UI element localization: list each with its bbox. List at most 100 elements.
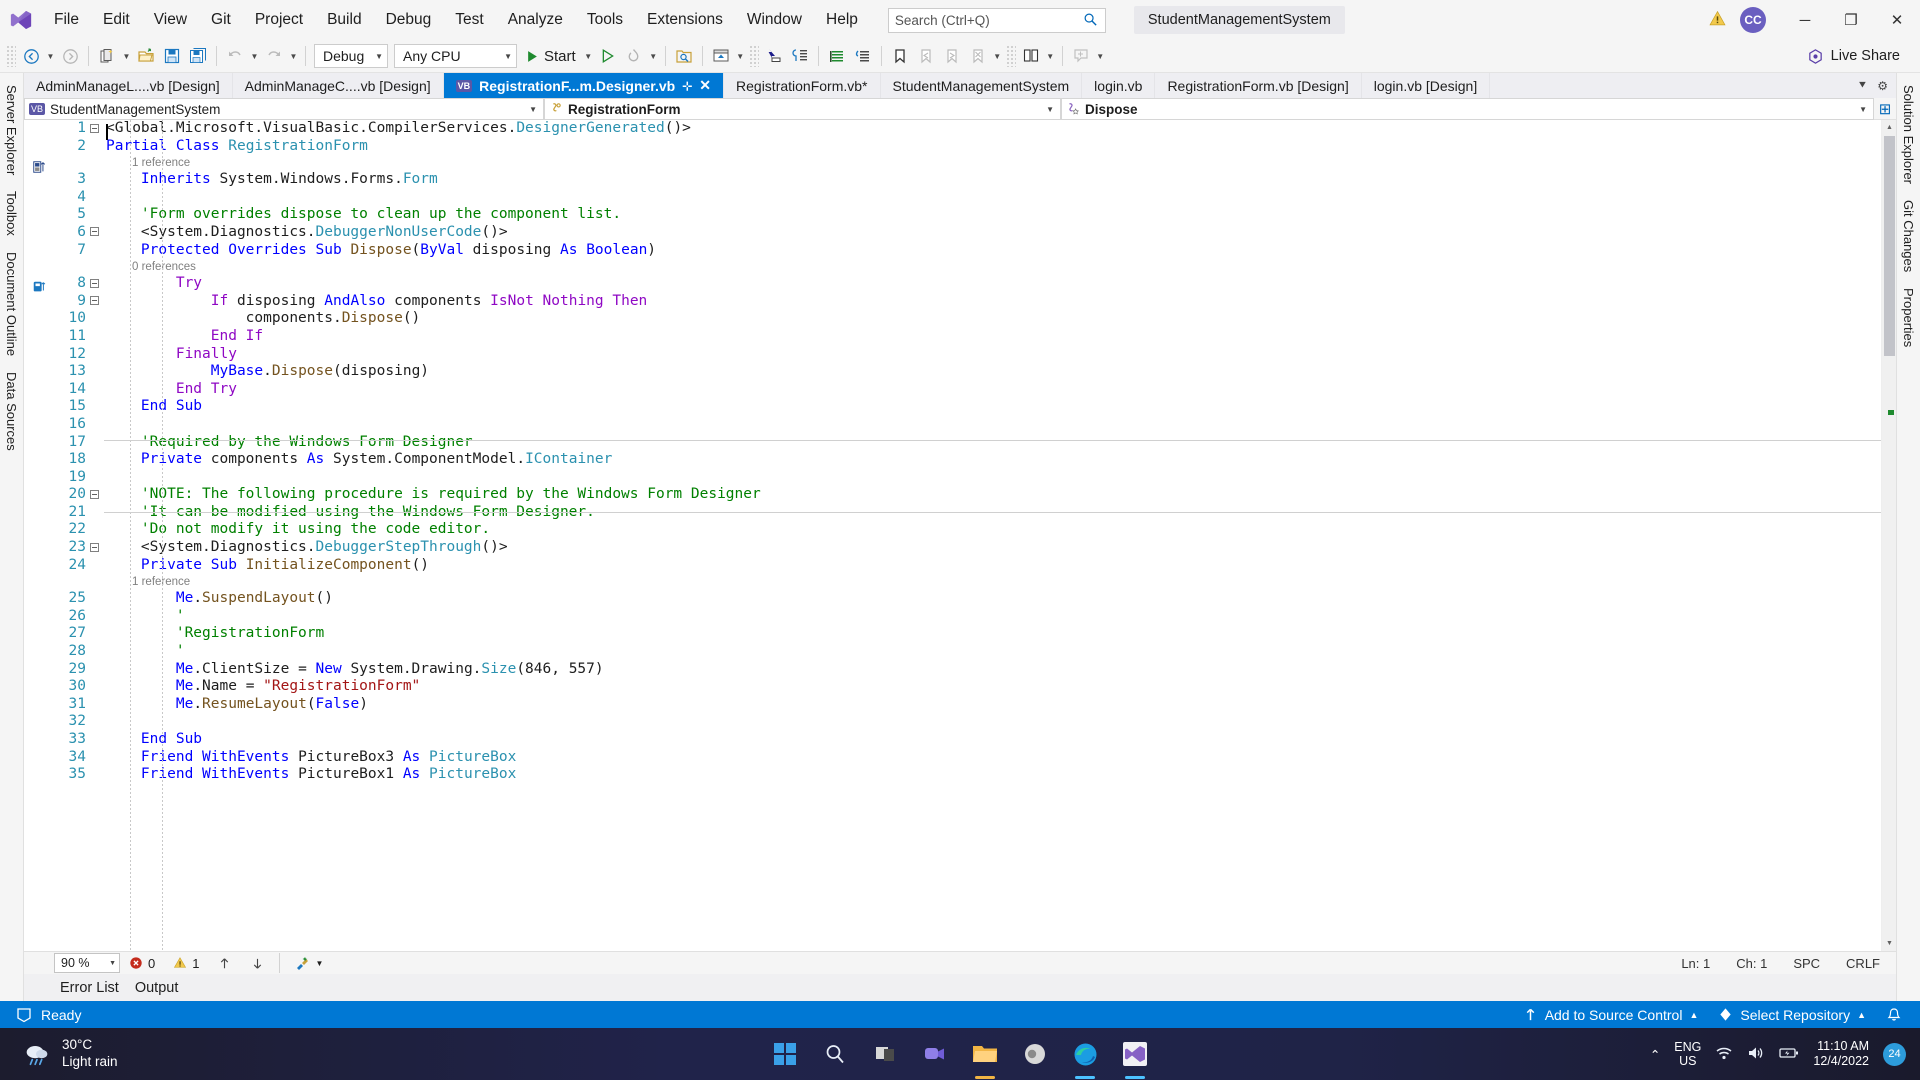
member-dropdown[interactable]: Dispose ▼ xyxy=(1061,98,1874,120)
code-line[interactable]: Inherits System.Windows.Forms.Form xyxy=(106,171,1881,189)
spaces-indicator[interactable]: SPC xyxy=(1793,956,1820,971)
menu-item-file[interactable]: File xyxy=(42,5,91,35)
compare-files-icon[interactable] xyxy=(1018,43,1044,69)
tray-notification-badge[interactable]: 24 xyxy=(1883,1042,1906,1066)
code-line[interactable]: <Global.Microsoft.VisualBasic.CompilerSe… xyxy=(106,120,1881,138)
code-line[interactable]: 'NOTE: The following procedure is requir… xyxy=(106,486,1881,504)
editor-tab-login-design[interactable]: login.vb [Design] xyxy=(1361,73,1491,98)
code-line[interactable]: ' xyxy=(106,608,1881,626)
tab-settings-icon[interactable]: ⚙ xyxy=(1877,79,1888,93)
panel-tab-error-list[interactable]: Error List xyxy=(52,977,127,999)
dock-tab-server-explorer[interactable]: Server Explorer xyxy=(1,77,22,183)
glyph-margin[interactable] xyxy=(24,120,58,951)
menu-item-extensions[interactable]: Extensions xyxy=(635,5,735,35)
dock-tab-git-changes[interactable]: Git Changes xyxy=(1898,192,1919,280)
codelens-reference-count[interactable]: 0 references xyxy=(106,259,1881,275)
code-line[interactable]: components.Dispose() xyxy=(106,310,1881,328)
code-line[interactable]: MyBase.Dispose(disposing) xyxy=(106,363,1881,381)
navigate-backward-dropdown-icon[interactable]: ▼ xyxy=(44,43,57,69)
previous-issue-button[interactable] xyxy=(208,956,241,971)
error-count-indicator[interactable]: 0 xyxy=(120,956,164,971)
collapse-region-icon[interactable] xyxy=(90,123,99,133)
solution-platform-dropdown[interactable]: Any CPU ▼ xyxy=(394,44,517,68)
tray-clock[interactable]: 11:10 AM 12/4/2022 xyxy=(1813,1039,1869,1069)
tray-language-indicator[interactable]: ENG US xyxy=(1674,1040,1701,1069)
project-dropdown[interactable]: VB StudentManagementSystem ▼ xyxy=(24,98,544,120)
codelens-reference-count[interactable]: 1 reference xyxy=(106,574,1881,590)
code-line[interactable]: If disposing AndAlso components IsNot No… xyxy=(106,293,1881,311)
save-all-icon[interactable] xyxy=(185,43,211,69)
open-file-icon[interactable] xyxy=(133,43,159,69)
code-line[interactable]: End Sub xyxy=(106,731,1881,749)
editor-tab-login-vb[interactable]: login.vb xyxy=(1082,73,1156,98)
menu-item-help[interactable]: Help xyxy=(814,5,870,35)
add-to-source-control-button[interactable]: Add to Source Control ▲ xyxy=(1523,1007,1698,1023)
toggle-outlining-icon[interactable] xyxy=(787,43,813,69)
taskbar-weather-widget[interactable]: 30°C Light rain xyxy=(0,1037,118,1071)
code-line[interactable] xyxy=(106,469,1881,487)
avatar[interactable]: CC xyxy=(1740,7,1766,33)
code-line[interactable]: Me.ResumeLayout(False) xyxy=(106,696,1881,714)
scrollbar-thumb[interactable] xyxy=(1884,136,1895,356)
menu-item-edit[interactable]: Edit xyxy=(91,5,142,35)
start-debug-button[interactable]: Start xyxy=(520,48,582,65)
start-dropdown-icon[interactable]: ▼ xyxy=(582,43,595,69)
start-without-debugging-icon[interactable] xyxy=(595,43,621,69)
code-line[interactable] xyxy=(106,189,1881,207)
start-button-icon[interactable] xyxy=(771,1038,799,1070)
tray-expand-icon[interactable]: ⌃ xyxy=(1650,1047,1660,1062)
fold-toggle[interactable] xyxy=(90,275,104,293)
scroll-up-arrow-icon[interactable]: ▲ xyxy=(1882,120,1896,135)
fold-toggle[interactable] xyxy=(90,293,104,311)
live-share-button[interactable]: Live Share xyxy=(1807,48,1916,65)
toolbar-grip[interactable] xyxy=(1005,45,1016,67)
code-editor-surface[interactable]: 1 2 3 4 5 6 7 8 9 10 11 12 13 14 15 16 17 18 19 20 21 22 23 24 2… xyxy=(24,120,1881,951)
comment-lines-icon[interactable] xyxy=(824,43,850,69)
editor-tab-adminmanagec-design[interactable]: AdminManageC....vb [Design] xyxy=(232,73,444,98)
code-editor[interactable]: 1 2 3 4 5 6 7 8 9 10 11 12 13 14 15 16 17 18 19 20 21 22 23 24 2… xyxy=(24,120,1896,951)
fold-toggle[interactable] xyxy=(90,486,104,504)
warning-count-indicator[interactable]: 1 xyxy=(164,956,208,971)
code-line[interactable]: Me.SuspendLayout() xyxy=(106,590,1881,608)
menu-item-project[interactable]: Project xyxy=(243,5,315,35)
code-line[interactable]: <System.Diagnostics.DebuggerStepThrough(… xyxy=(106,539,1881,557)
notification-warning-icon[interactable] xyxy=(1709,10,1726,31)
zoom-level-dropdown[interactable]: 90 % ▼ xyxy=(54,953,120,973)
taskbar-edge-icon[interactable] xyxy=(1071,1038,1099,1079)
menu-item-git[interactable]: Git xyxy=(199,5,243,35)
taskbar-visual-studio-icon[interactable] xyxy=(1121,1038,1149,1079)
dock-tab-data-sources[interactable]: Data Sources xyxy=(1,364,22,459)
code-line[interactable]: Private Sub InitializeComponent() xyxy=(106,557,1881,575)
eol-indicator[interactable]: CRLF xyxy=(1846,956,1880,971)
new-project-icon[interactable] xyxy=(94,43,120,69)
editor-tab-adminmanagel-design[interactable]: AdminManageL....vb [Design] xyxy=(24,73,233,98)
pin-tab-icon[interactable]: ⊹ xyxy=(682,79,692,93)
code-line[interactable]: End Sub xyxy=(106,398,1881,416)
minimize-button[interactable]: ─ xyxy=(1782,0,1828,40)
code-line[interactable]: Friend WithEvents PictureBox3 As Picture… xyxy=(106,749,1881,767)
notifications-button[interactable] xyxy=(1886,1007,1902,1023)
tray-volume-icon[interactable] xyxy=(1747,1045,1765,1064)
outlining-margin[interactable] xyxy=(90,120,104,951)
quick-actions-button[interactable]: ▼ xyxy=(285,955,332,971)
editor-tab-studentmanagementsystem[interactable]: StudentManagementSystem xyxy=(880,73,1083,98)
navigate-to-icon[interactable] xyxy=(761,43,787,69)
codelens-reference-count[interactable]: 1 reference xyxy=(106,155,1881,171)
code-line[interactable]: 'Form overrides dispose to clean up the … xyxy=(106,206,1881,224)
taskbar-search-icon[interactable] xyxy=(821,1038,849,1070)
menu-item-build[interactable]: Build xyxy=(315,5,373,35)
code-line[interactable]: Me.ClientSize = New System.Drawing.Size(… xyxy=(106,661,1881,679)
collapse-region-icon[interactable] xyxy=(90,227,99,237)
split-editor-icon[interactable]: ⊞ xyxy=(1874,98,1896,119)
code-line[interactable]: 'Required by the Windows Form Designer xyxy=(106,434,1881,452)
collapse-region-icon[interactable] xyxy=(90,278,99,288)
toggle-bookmark-icon[interactable] xyxy=(887,43,913,69)
close-button[interactable]: ✕ xyxy=(1874,0,1920,40)
code-line[interactable]: End Try xyxy=(106,381,1881,399)
taskbar-obs-icon[interactable] xyxy=(1021,1038,1049,1070)
menu-item-debug[interactable]: Debug xyxy=(374,5,444,35)
code-line[interactable]: End If xyxy=(106,328,1881,346)
search-solution-icon[interactable] xyxy=(671,43,697,69)
new-project-dropdown-icon[interactable]: ▼ xyxy=(120,43,133,69)
dock-tab-toolbox[interactable]: Toolbox xyxy=(1,183,22,244)
